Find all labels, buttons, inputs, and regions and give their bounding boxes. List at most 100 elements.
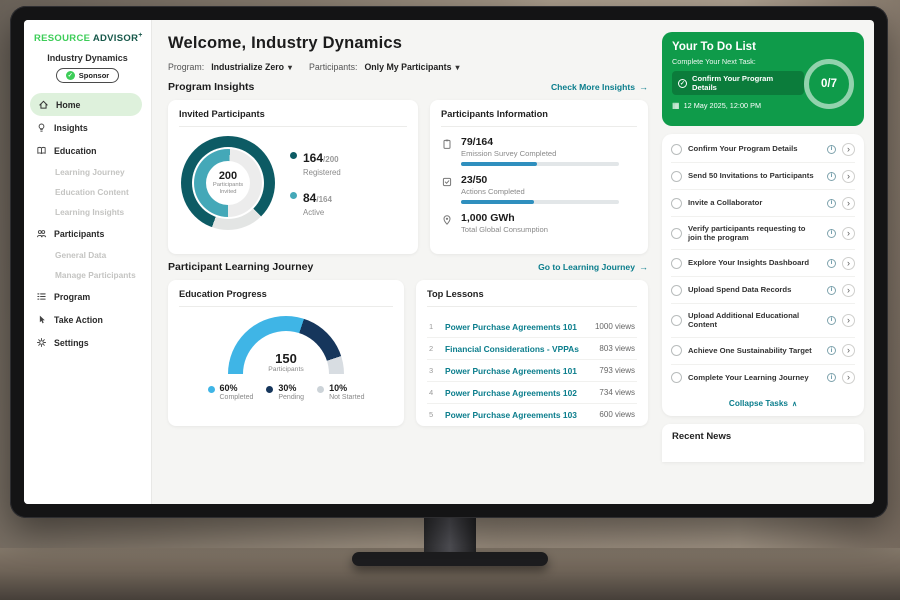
education-card-title: Education Progress <box>179 289 393 307</box>
sponsor-badge[interactable]: Sponsor <box>56 68 119 83</box>
sidebar-item-home[interactable]: Home <box>30 93 142 116</box>
task-row[interactable]: Upload Spend Data Records <box>671 277 855 304</box>
info-icon[interactable] <box>827 373 836 382</box>
check-more-insights-link[interactable]: Check More Insights <box>551 82 648 92</box>
lesson-link[interactable]: Power Purchase Agreements 103 <box>445 410 591 420</box>
lightbulb-icon <box>36 122 47 133</box>
participants-filter-label: Participants: <box>309 62 357 72</box>
task-checkbox[interactable] <box>671 171 682 182</box>
task-row[interactable]: Upload Additional Educational Content <box>671 304 855 337</box>
monitor-frame: RESOURCE ADVISOR+ Industry Dynamics Spon… <box>10 6 888 518</box>
lesson-link[interactable]: Financial Considerations - VPPAs <box>445 344 591 354</box>
task-row[interactable]: Explore Your Insights Dashboard <box>671 250 855 277</box>
main-content: Welcome, Industry Dynamics Program: Indu… <box>152 20 662 504</box>
filter-bar: Program: Industrialize Zero Participants… <box>168 62 648 72</box>
pending-dot-icon <box>266 386 273 393</box>
task-row[interactable]: Send 50 Invitations to Participants <box>671 163 855 190</box>
lesson-link[interactable]: Power Purchase Agreements 102 <box>445 388 591 398</box>
sidebar-item-program[interactable]: Program <box>24 285 151 308</box>
chevron-right-icon[interactable] <box>842 344 855 357</box>
section-title-learning-journey: Participant Learning Journey <box>168 261 313 273</box>
chevron-right-icon[interactable] <box>842 227 855 240</box>
sidebar-item-take-action[interactable]: Take Action <box>24 308 151 331</box>
sidebar-item-learning-journey[interactable]: Learning Journey <box>24 162 151 182</box>
people-icon <box>36 228 47 239</box>
task-checkbox[interactable] <box>671 228 682 239</box>
chevron-right-icon[interactable] <box>842 284 855 297</box>
education-gauge-chart: 150 Participants <box>228 316 344 374</box>
chevron-right-icon[interactable] <box>842 170 855 183</box>
todo-progress-ring: 0/7 <box>804 59 854 109</box>
info-icon[interactable] <box>827 286 836 295</box>
info-icon[interactable] <box>827 172 836 181</box>
sidebar: RESOURCE ADVISOR+ Industry Dynamics Spon… <box>24 20 152 504</box>
info-icon[interactable] <box>827 229 836 238</box>
lesson-row: 5 Power Purchase Agreements 103 600 view… <box>427 404 637 425</box>
info-icon[interactable] <box>827 346 836 355</box>
sidebar-item-education-content[interactable]: Education Content <box>24 182 151 202</box>
sponsor-badge-icon <box>66 71 75 80</box>
arrow-right-icon <box>639 262 648 272</box>
go-to-learning-journey-link[interactable]: Go to Learning Journey <box>538 262 648 272</box>
chevron-right-icon[interactable] <box>842 197 855 210</box>
invited-card-title: Invited Participants <box>179 109 407 127</box>
calendar-icon <box>672 101 680 110</box>
app-logo: RESOURCE ADVISOR+ <box>24 30 151 51</box>
sidebar-item-general-data[interactable]: General Data <box>24 245 151 265</box>
program-select[interactable]: Industrialize Zero <box>211 62 292 72</box>
next-task-chip[interactable]: Confirm Your Program Details <box>672 71 804 95</box>
info-icon[interactable] <box>827 145 836 154</box>
completed-dot-icon <box>208 386 215 393</box>
info-icon[interactable] <box>827 259 836 268</box>
collapse-tasks-link[interactable]: Collapse Tasks <box>671 391 855 412</box>
task-checkbox[interactable] <box>671 372 682 383</box>
clipboard-icon <box>441 138 453 150</box>
actions-progress-bar <box>461 200 619 204</box>
sponsor-badge-label: Sponsor <box>79 71 109 80</box>
task-checkbox[interactable] <box>671 285 682 296</box>
lesson-link[interactable]: Power Purchase Agreements 101 <box>445 366 591 376</box>
arrow-right-icon <box>639 82 648 92</box>
sidebar-item-insights[interactable]: Insights <box>24 116 151 139</box>
stat-emission-survey: 79/164 Emission Survey Completed <box>441 136 637 166</box>
top-lessons-title: Top Lessons <box>427 289 637 307</box>
sidebar-item-learning-insights[interactable]: Learning Insights <box>24 202 151 222</box>
lesson-link[interactable]: Power Purchase Agreements 101 <box>445 322 587 332</box>
task-row[interactable]: Confirm Your Program Details <box>671 136 855 163</box>
info-icon[interactable] <box>827 199 836 208</box>
chevron-right-icon[interactable] <box>842 314 855 327</box>
task-row[interactable]: Invite a Collaborator <box>671 190 855 217</box>
task-checkbox[interactable] <box>671 198 682 209</box>
legend-not-started: 10%Not Started <box>317 383 364 401</box>
task-row[interactable]: Complete Your Learning Journey <box>671 365 855 391</box>
info-icon[interactable] <box>827 316 836 325</box>
sidebar-item-participants[interactable]: Participants <box>24 222 151 245</box>
gear-icon <box>36 337 47 348</box>
registered-dot-icon <box>290 152 297 159</box>
task-checkbox[interactable] <box>671 315 682 326</box>
recent-news-card: Recent News <box>662 424 864 462</box>
active-dot-icon <box>290 192 297 199</box>
task-row[interactable]: Achieve One Sustainability Target <box>671 338 855 365</box>
chevron-right-icon[interactable] <box>842 143 855 156</box>
task-row[interactable]: Verify participants requesting to join t… <box>671 217 855 250</box>
task-checkbox[interactable] <box>671 258 682 269</box>
chevron-right-icon[interactable] <box>842 371 855 384</box>
legend-registered: 164/200 Registered <box>290 149 341 177</box>
check-square-icon <box>441 176 453 188</box>
sidebar-item-settings[interactable]: Settings <box>24 331 151 354</box>
task-checkbox[interactable] <box>671 144 682 155</box>
chevron-up-icon <box>792 399 797 408</box>
chevron-right-icon[interactable] <box>842 257 855 270</box>
emission-progress-bar <box>461 162 619 166</box>
donut-legend: 164/200 Registered 84/164 Active <box>290 149 341 217</box>
legend-completed: 60%Completed <box>208 383 254 401</box>
participants-select[interactable]: Only My Participants <box>364 62 459 72</box>
education-progress-card: Education Progress 150 Participants <box>168 280 404 426</box>
participants-information-card: Participants Information 79/164 Emission… <box>430 100 648 254</box>
donut-center-value: 200 <box>219 170 237 182</box>
task-checkbox[interactable] <box>671 345 682 356</box>
page-title: Welcome, Industry Dynamics <box>168 34 648 53</box>
sidebar-item-manage-participants[interactable]: Manage Participants <box>24 265 151 285</box>
sidebar-item-education[interactable]: Education <box>24 139 151 162</box>
